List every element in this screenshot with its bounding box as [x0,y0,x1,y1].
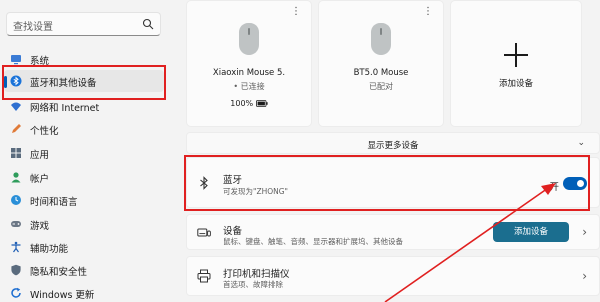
annotation-arrow [384,183,556,302]
